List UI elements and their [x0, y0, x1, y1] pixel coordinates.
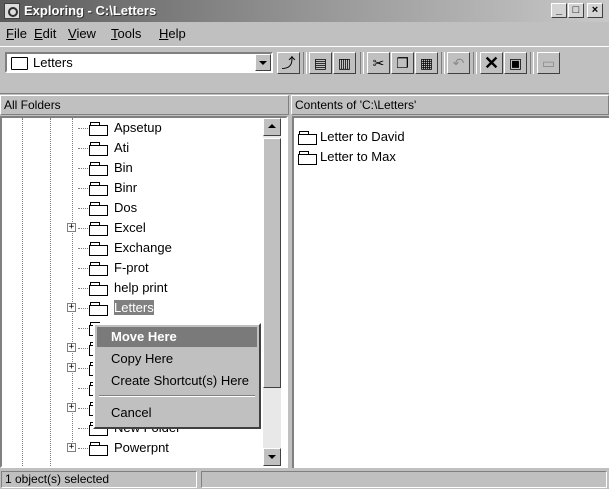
folder-icon — [89, 242, 108, 256]
close-button[interactable]: × — [587, 3, 603, 18]
folder-icon — [89, 442, 108, 456]
folder-icon — [89, 222, 108, 236]
maximize-button[interactable]: □ — [568, 3, 584, 18]
scroll-up-button[interactable] — [263, 118, 281, 136]
scroll-down-button[interactable] — [263, 448, 281, 466]
expand-toggle[interactable]: + — [67, 363, 76, 372]
tree-guide-line — [22, 118, 23, 466]
move-here-item[interactable]: Move Here — [97, 327, 257, 347]
address-value: Letters — [33, 55, 73, 70]
delete-button[interactable]: ✕ — [480, 52, 503, 74]
folder-icon — [89, 122, 108, 136]
cancel-item[interactable]: Cancel — [97, 403, 257, 423]
status-text: 1 object(s) selected — [1, 471, 197, 488]
expand-toggle[interactable]: + — [67, 223, 76, 232]
up-one-level-button[interactable]: ⤴ — [277, 52, 300, 74]
menu-tools[interactable]: Tools — [111, 26, 141, 41]
all-folders-header: All Folders — [0, 95, 289, 115]
contents-pane[interactable]: Letter to David Letter to Max — [292, 116, 609, 468]
tree-guide-line — [50, 118, 51, 466]
menu-file[interactable]: File — [6, 26, 27, 41]
map-network-drive-button[interactable]: ▤ — [309, 52, 332, 74]
drive-icon — [11, 57, 28, 70]
properties-button[interactable]: ▣ — [504, 52, 527, 74]
expand-toggle[interactable]: + — [67, 303, 76, 312]
menu-view[interactable]: View — [68, 26, 96, 41]
folder-icon — [298, 131, 317, 145]
address-combo[interactable]: Letters — [5, 52, 273, 73]
minimize-button[interactable]: _ — [551, 3, 567, 18]
tree-scrollbar[interactable] — [263, 118, 281, 466]
tree-guide-line — [72, 118, 73, 448]
menu-separator — [99, 395, 255, 397]
status-bar: 1 object(s) selected — [0, 469, 609, 489]
folder-icon — [89, 162, 108, 176]
window-title: Exploring - C:\Letters — [24, 3, 157, 18]
folder-icon — [89, 262, 108, 276]
expand-toggle[interactable]: + — [67, 403, 76, 412]
large-icons-button[interactable]: ▭ — [537, 52, 560, 74]
expand-toggle[interactable]: + — [67, 443, 76, 452]
folder-icon — [89, 302, 108, 316]
create-shortcut-item[interactable]: Create Shortcut(s) Here — [97, 371, 257, 391]
menu-help[interactable]: Help — [159, 26, 186, 41]
context-menu: Move Here Copy Here Create Shortcut(s) H… — [93, 323, 261, 429]
folder-icon — [298, 151, 317, 165]
toolbar-separator — [530, 52, 534, 74]
folder-icon — [89, 202, 108, 216]
toolbar-separator — [473, 52, 477, 74]
copy-button[interactable]: ❐ — [391, 52, 414, 74]
toolbar-separator — [303, 52, 307, 74]
explorer-icon — [4, 3, 20, 19]
folder-icon — [89, 142, 108, 156]
cut-button[interactable]: ✂ — [367, 52, 390, 74]
contents-header: Contents of 'C:\Letters' — [291, 95, 609, 115]
status-panel — [201, 471, 607, 488]
copy-here-item[interactable]: Copy Here — [97, 349, 257, 369]
toolbar: Letters ⤴ ▤ ▥ ✂ ❐ ▦ ↶ ✕ ▣ ▭ — [0, 46, 609, 94]
folder-icon — [89, 282, 108, 296]
scroll-thumb[interactable] — [263, 138, 281, 388]
toolbar-separator — [360, 52, 364, 74]
menu-edit[interactable]: Edit — [34, 26, 56, 41]
title-bar[interactable]: Exploring - C:\Letters _ □ × — [0, 0, 609, 22]
toolbar-separator — [441, 52, 445, 74]
disconnect-drive-button[interactable]: ▥ — [333, 52, 356, 74]
expand-toggle[interactable]: + — [67, 343, 76, 352]
menu-bar: File Edit View Tools Help — [0, 22, 609, 44]
address-dropdown-button[interactable] — [255, 54, 271, 71]
paste-button[interactable]: ▦ — [415, 52, 438, 74]
folder-icon — [89, 182, 108, 196]
undo-button[interactable]: ↶ — [447, 52, 470, 74]
